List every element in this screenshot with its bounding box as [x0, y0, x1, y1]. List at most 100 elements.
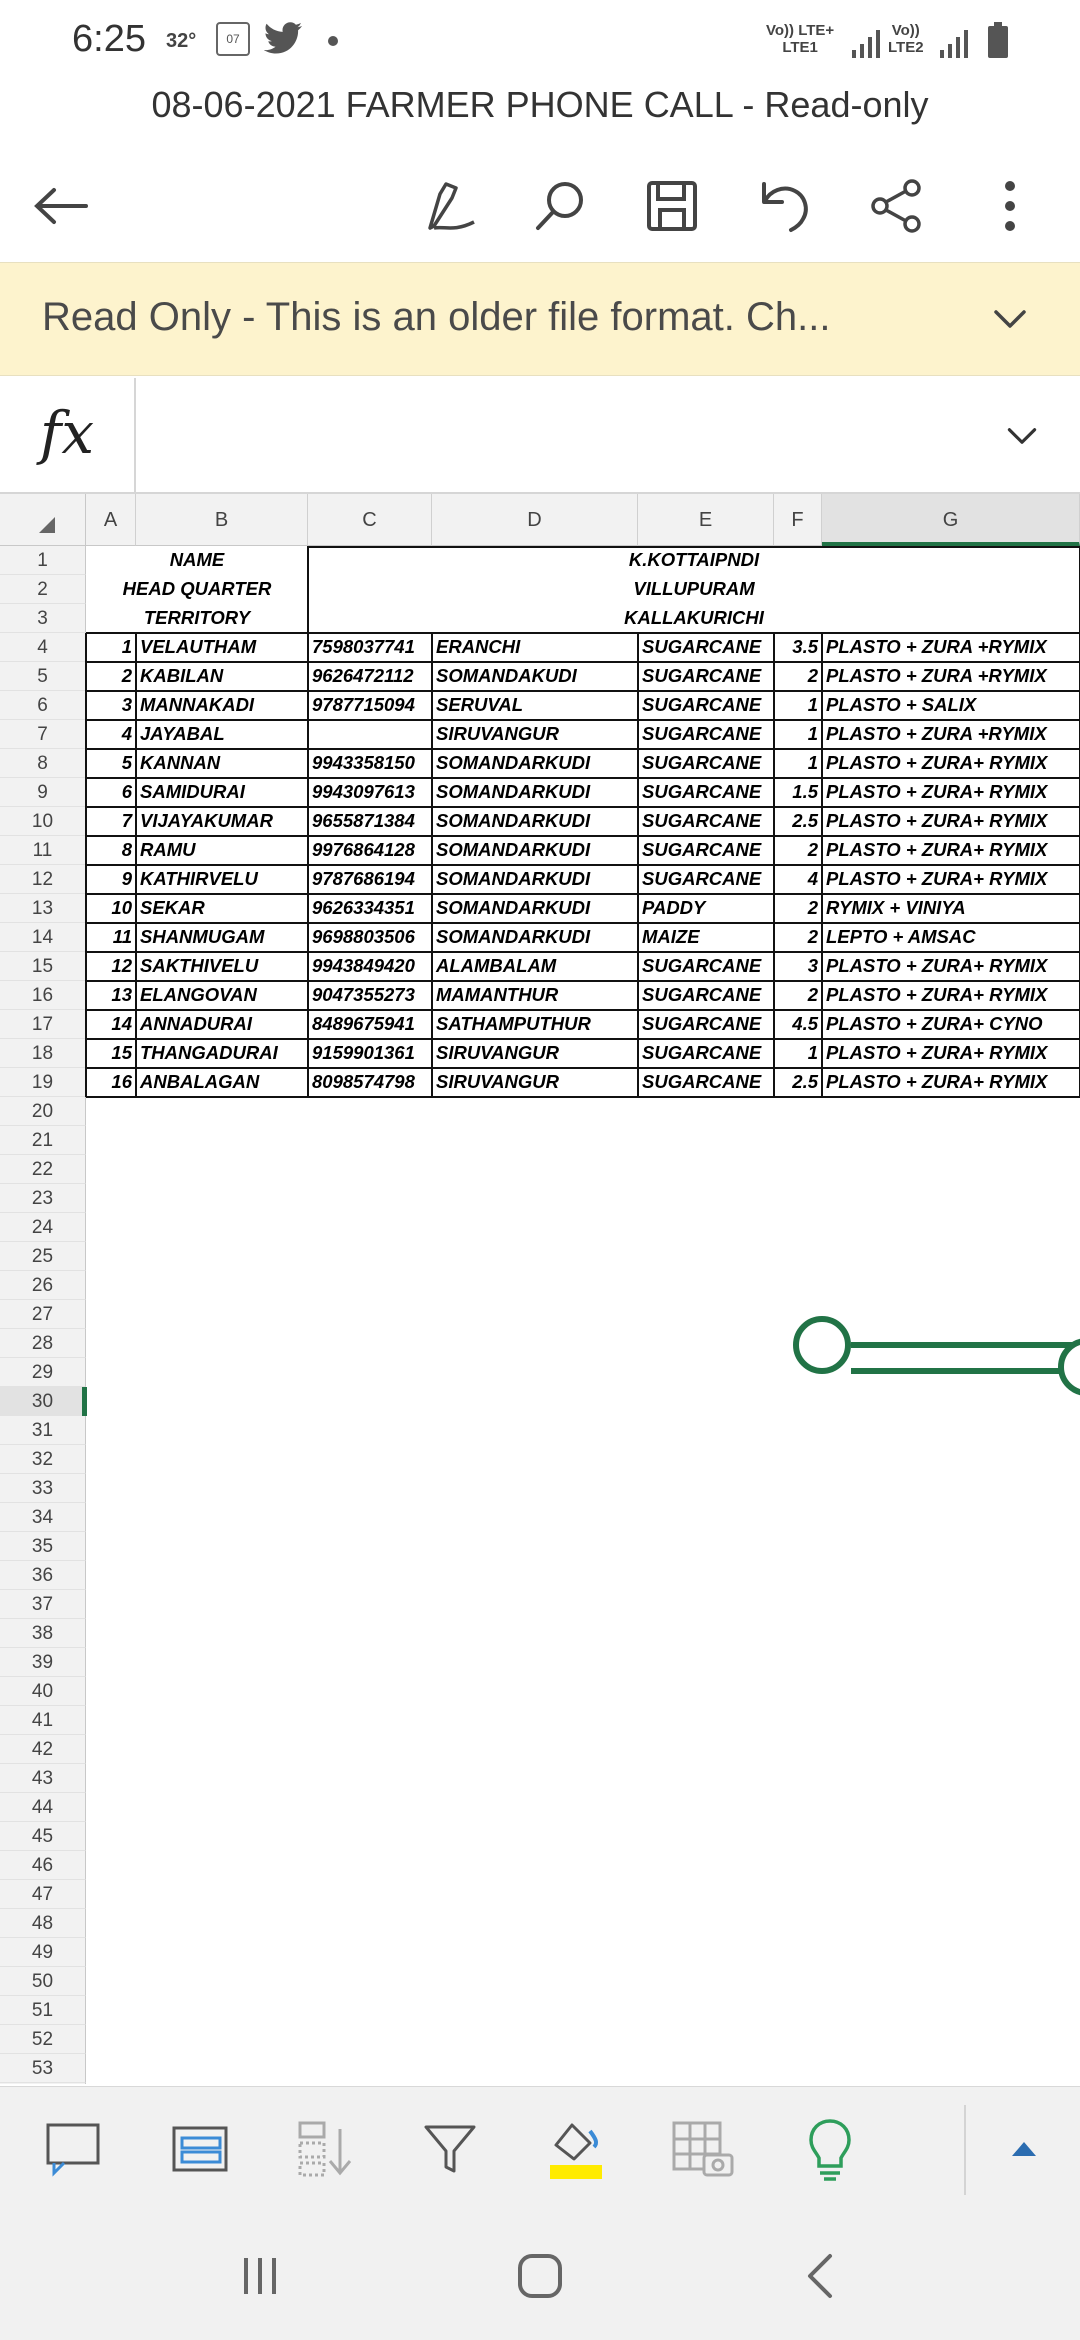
- row-header[interactable]: 47: [0, 1880, 86, 1909]
- back-arrow-icon[interactable]: [24, 170, 96, 242]
- serial-number-cell[interactable]: 9: [86, 865, 136, 894]
- acreage-cell[interactable]: 3.5: [774, 633, 822, 662]
- serial-number-cell[interactable]: 5: [86, 749, 136, 778]
- acreage-cell[interactable]: 2.5: [774, 807, 822, 836]
- row-header[interactable]: 34: [0, 1503, 86, 1532]
- row-header[interactable]: 53: [0, 2054, 86, 2083]
- header-value-cell[interactable]: KALLAKURICHI: [308, 604, 1080, 633]
- crop-cell[interactable]: SUGARCANE: [638, 778, 774, 807]
- acreage-cell[interactable]: 2: [774, 923, 822, 952]
- product-cell[interactable]: PLASTO + ZURA+ RYMIX: [822, 1039, 1080, 1068]
- spreadsheet-grid[interactable]: ABCDEFG 1 2 3 4 5 6 7 8 9 10 11 12 13 14 15 16 17 18 19 20 2…: [0, 494, 1080, 2084]
- serial-number-cell[interactable]: 4: [86, 720, 136, 749]
- row-header[interactable]: 12: [0, 865, 86, 894]
- row-header[interactable]: 30: [0, 1387, 87, 1416]
- row-header[interactable]: 45: [0, 1822, 86, 1851]
- serial-number-cell[interactable]: 2: [86, 662, 136, 691]
- row-header[interactable]: 51: [0, 1996, 86, 2025]
- acreage-cell[interactable]: 2.5: [774, 1068, 822, 1097]
- crop-cell[interactable]: SUGARCANE: [638, 749, 774, 778]
- row-header[interactable]: 1: [0, 546, 86, 575]
- phone-number-cell[interactable]: 9655871384: [308, 807, 432, 836]
- expand-up-icon[interactable]: [986, 2111, 1062, 2187]
- phone-number-cell[interactable]: 9943358150: [308, 749, 432, 778]
- fill-color-icon[interactable]: [538, 2111, 614, 2187]
- crop-cell[interactable]: SUGARCANE: [638, 952, 774, 981]
- column-header-f[interactable]: F: [774, 494, 822, 546]
- row-header[interactable]: 54: [0, 2083, 86, 2084]
- village-cell[interactable]: SIRUVANGUR: [432, 1039, 638, 1068]
- row-header[interactable]: 32: [0, 1445, 86, 1474]
- filter-icon[interactable]: [412, 2111, 488, 2187]
- product-cell[interactable]: PLASTO + ZURA+ RYMIX: [822, 981, 1080, 1010]
- undo-icon[interactable]: [748, 170, 820, 242]
- product-cell[interactable]: PLASTO + ZURA+ RYMIX: [822, 952, 1080, 981]
- acreage-cell[interactable]: 1: [774, 691, 822, 720]
- farmer-name-cell[interactable]: RAMU: [136, 836, 308, 865]
- row-header[interactable]: 19: [0, 1068, 86, 1097]
- acreage-cell[interactable]: 4.5: [774, 1010, 822, 1039]
- row-header[interactable]: 41: [0, 1706, 86, 1735]
- acreage-cell[interactable]: 4: [774, 865, 822, 894]
- header-label-cell[interactable]: TERRITORY: [86, 604, 308, 633]
- crop-cell[interactable]: SUGARCANE: [638, 981, 774, 1010]
- village-cell[interactable]: ALAMBALAM: [432, 952, 638, 981]
- crop-cell[interactable]: SUGARCANE: [638, 1068, 774, 1097]
- row-header[interactable]: 50: [0, 1967, 86, 1996]
- chevron-down-icon[interactable]: [1004, 418, 1040, 459]
- village-cell[interactable]: SOMANDARKUDI: [432, 778, 638, 807]
- row-header[interactable]: 26: [0, 1271, 86, 1300]
- farmer-name-cell[interactable]: JAYABAL: [136, 720, 308, 749]
- row-header[interactable]: 22: [0, 1155, 86, 1184]
- village-cell[interactable]: SOMANDAKUDI: [432, 662, 638, 691]
- row-header[interactable]: 7: [0, 720, 86, 749]
- acreage-cell[interactable]: 2: [774, 981, 822, 1010]
- serial-number-cell[interactable]: 14: [86, 1010, 136, 1039]
- row-header[interactable]: 52: [0, 2025, 86, 2054]
- row-header[interactable]: 29: [0, 1358, 86, 1387]
- header-value-cell[interactable]: K.KOTTAIPNDI: [308, 546, 1080, 575]
- search-icon[interactable]: [524, 170, 596, 242]
- back-icon[interactable]: [780, 2246, 860, 2306]
- row-header[interactable]: 43: [0, 1764, 86, 1793]
- row-header[interactable]: 18: [0, 1039, 86, 1068]
- farmer-name-cell[interactable]: MANNAKADI: [136, 691, 308, 720]
- column-header-c[interactable]: C: [308, 494, 432, 546]
- phone-number-cell[interactable]: 7598037741: [308, 633, 432, 662]
- row-header[interactable]: 48: [0, 1909, 86, 1938]
- row-header[interactable]: 49: [0, 1938, 86, 1967]
- acreage-cell[interactable]: 3: [774, 952, 822, 981]
- select-all-corner[interactable]: [0, 494, 86, 546]
- product-cell[interactable]: PLASTO + ZURA+ RYMIX: [822, 865, 1080, 894]
- farmer-name-cell[interactable]: SAMIDURAI: [136, 778, 308, 807]
- product-cell[interactable]: PLASTO + SALIX: [822, 691, 1080, 720]
- row-header[interactable]: 2: [0, 575, 86, 604]
- acreage-cell[interactable]: 2: [774, 836, 822, 865]
- product-cell[interactable]: PLASTO + ZURA+ RYMIX: [822, 749, 1080, 778]
- header-label-cell[interactable]: HEAD QUARTER: [86, 575, 308, 604]
- row-header[interactable]: 4: [0, 633, 86, 662]
- product-cell[interactable]: LEPTO + AMSAC: [822, 923, 1080, 952]
- row-header[interactable]: 35: [0, 1532, 86, 1561]
- village-cell[interactable]: ERANCHI: [432, 633, 638, 662]
- row-header[interactable]: 25: [0, 1242, 86, 1271]
- row-header[interactable]: 6: [0, 691, 86, 720]
- row-header[interactable]: 33: [0, 1474, 86, 1503]
- acreage-cell[interactable]: 1.5: [774, 778, 822, 807]
- read-only-banner[interactable]: Read Only - This is an older file format…: [0, 262, 1080, 376]
- phone-number-cell[interactable]: 9047355273: [308, 981, 432, 1010]
- phone-number-cell[interactable]: 9626334351: [308, 894, 432, 923]
- product-cell[interactable]: PLASTO + ZURA+ RYMIX: [822, 1068, 1080, 1097]
- village-cell[interactable]: MAMANTHUR: [432, 981, 638, 1010]
- header-label-cell[interactable]: NAME: [86, 546, 308, 575]
- row-header[interactable]: 10: [0, 807, 86, 836]
- farmer-name-cell[interactable]: ANBALAGAN: [136, 1068, 308, 1097]
- row-header[interactable]: 11: [0, 836, 86, 865]
- insert-picture-icon[interactable]: [664, 2111, 740, 2187]
- crop-cell[interactable]: MAIZE: [638, 923, 774, 952]
- product-cell[interactable]: PLASTO + ZURA +RYMIX: [822, 720, 1080, 749]
- village-cell[interactable]: SOMANDARKUDI: [432, 749, 638, 778]
- phone-number-cell[interactable]: 8489675941: [308, 1010, 432, 1039]
- chevron-down-icon[interactable]: [990, 299, 1030, 344]
- farmer-name-cell[interactable]: KATHIRVELU: [136, 865, 308, 894]
